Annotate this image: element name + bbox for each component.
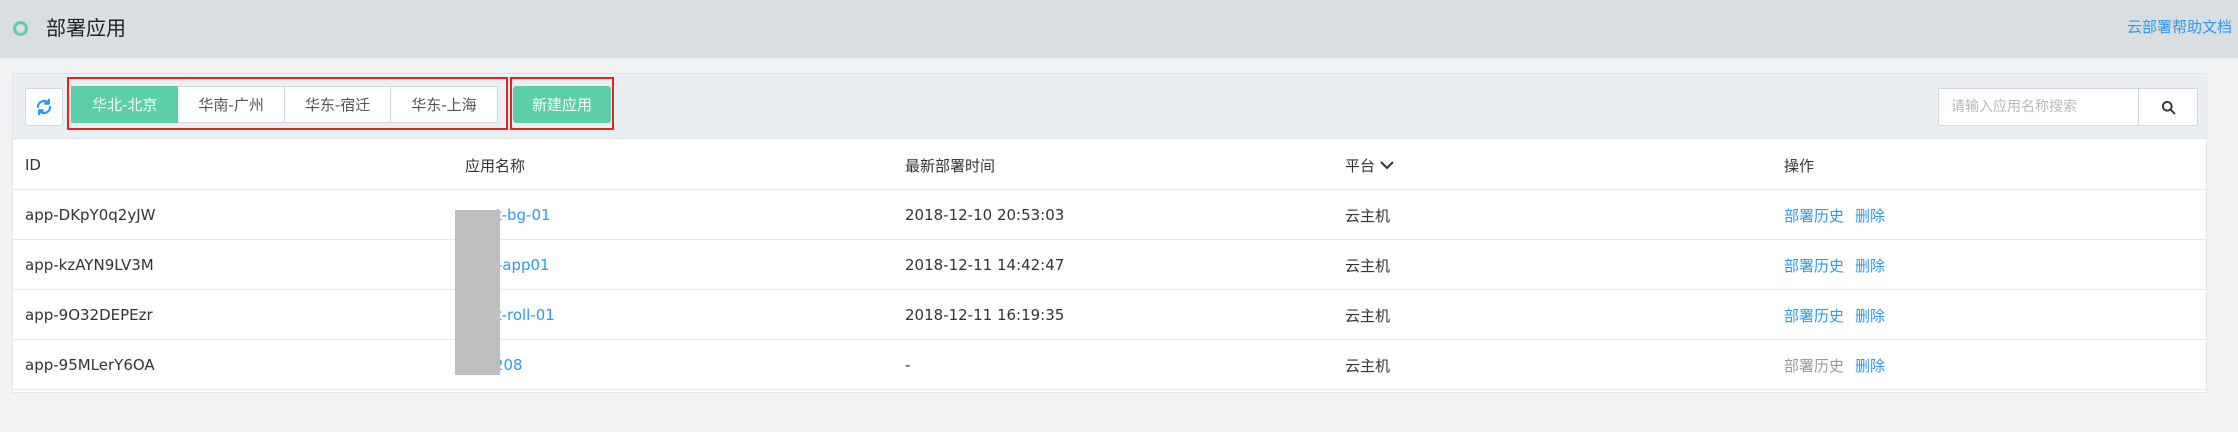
region-tab-beijing[interactable]: 华北-北京 <box>71 86 179 123</box>
help-docs-link[interactable]: 云部署帮助文档 <box>2127 17 2232 37</box>
region-tab-shanghai[interactable]: 华东-上海 <box>391 86 498 123</box>
table-row: app-DKpY0q2yJW v est-bg-01 2018-12-10 20… <box>13 190 2206 240</box>
platform: 云主机 <box>1345 306 1391 325</box>
row-actions: 部署历史 删除 <box>1784 290 1896 340</box>
region-tabs: 华北-北京 华南-广州 华东-宿迁 华东-上海 <box>71 86 498 123</box>
platform-header-label: 平台 <box>1345 156 1376 175</box>
search-button[interactable] <box>2138 88 2198 126</box>
search-box <box>1938 88 2198 126</box>
column-header-actions: 操作 <box>1784 156 1815 175</box>
table-row: app-9O32DEPEzr v est-roll-01 2018-12-11 … <box>13 290 2206 340</box>
search-input[interactable] <box>1938 88 2138 126</box>
refresh-button[interactable] <box>25 88 63 126</box>
deploy-time: 2018-12-11 14:42:47 <box>905 256 1065 274</box>
create-app-button[interactable]: 新建应用 <box>513 86 611 123</box>
column-header-time: 最新部署时间 <box>905 156 996 175</box>
ring-icon <box>13 21 28 36</box>
delete-link[interactable]: 删除 <box>1855 305 1885 326</box>
region-tab-guangzhou[interactable]: 华南-广州 <box>178 86 285 123</box>
table-row: app-kzAYN9LV3M l est-app01 2018-12-11 14… <box>13 240 2206 290</box>
refresh-icon <box>36 98 52 116</box>
app-id: app-95MLerY6OA <box>25 356 155 374</box>
region-tab-suqian[interactable]: 华东-宿迁 <box>284 86 392 123</box>
deploy-time: - <box>905 356 911 374</box>
toolbar: 华北-北京 华南-广州 华东-宿迁 华东-上海 新建应用 <box>13 74 2206 139</box>
delete-link[interactable]: 删除 <box>1855 205 1885 226</box>
page-title: 部署应用 <box>46 16 126 40</box>
table-header: ID 应用名称 最新部署时间 平台 操作 <box>13 140 2206 190</box>
app-id: app-kzAYN9LV3M <box>25 256 154 274</box>
column-header-name: 应用名称 <box>465 156 526 175</box>
deploy-history-link[interactable]: 部署历史 <box>1784 255 1844 276</box>
row-actions: 部署历史 删除 <box>1784 240 1896 290</box>
apps-panel: 华北-北京 华南-广州 华东-宿迁 华东-上海 新建应用 ID 应用名称 最新部… <box>12 73 2207 393</box>
page-header: 部署应用 云部署帮助文档 <box>0 0 2238 58</box>
redaction-block <box>455 210 500 375</box>
chevron-down-icon <box>1380 161 1394 170</box>
deploy-time: 2018-12-11 16:19:35 <box>905 306 1065 324</box>
app-id: app-DKpY0q2yJW <box>25 206 156 224</box>
deploy-history-link[interactable]: 部署历史 <box>1784 205 1844 226</box>
deploy-time: 2018-12-10 20:53:03 <box>905 206 1065 224</box>
deploy-history-link: 部署历史 <box>1784 356 1845 375</box>
platform: 云主机 <box>1345 206 1391 225</box>
platform: 云主机 <box>1345 256 1391 275</box>
delete-link[interactable]: 删除 <box>1855 355 1885 376</box>
deploy-history-link[interactable]: 部署历史 <box>1784 305 1844 326</box>
column-header-platform[interactable]: 平台 <box>1345 140 1395 190</box>
delete-link[interactable]: 删除 <box>1855 255 1885 276</box>
search-icon <box>2161 100 2175 114</box>
column-header-id: ID <box>25 156 41 174</box>
table-row: app-95MLerY6OA a -1208 - 云主机 部署历史 删除 <box>13 340 2206 390</box>
row-actions: 部署历史 删除 <box>1784 340 1896 390</box>
row-actions: 部署历史 删除 <box>1784 190 1896 240</box>
app-id: app-9O32DEPEzr <box>25 306 153 324</box>
platform: 云主机 <box>1345 356 1391 375</box>
